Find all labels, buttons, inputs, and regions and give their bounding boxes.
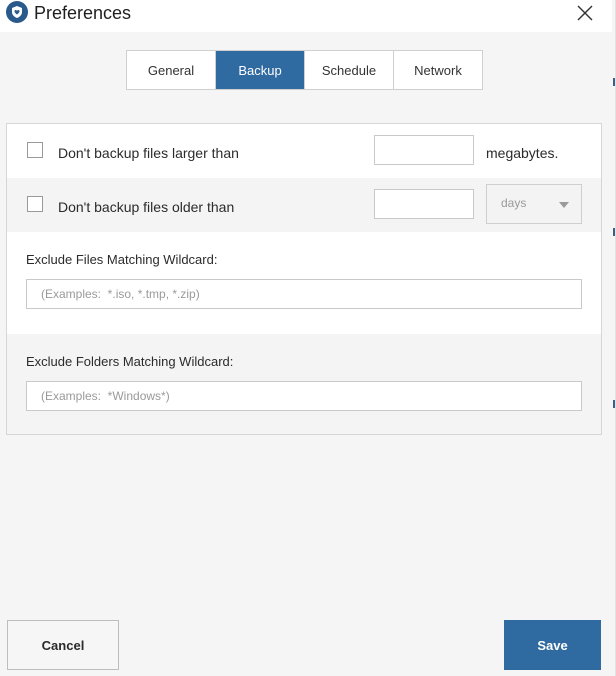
background-window-edge <box>613 228 615 236</box>
age-limit-label: Don't backup files older than <box>58 199 235 215</box>
size-limit-label: Don't backup files larger than <box>58 145 239 161</box>
tab-general[interactable]: General <box>127 51 216 89</box>
exclude-folders-section: Exclude Folders Matching Wildcard: <box>7 334 601 434</box>
close-icon <box>577 5 593 21</box>
window-title: Preferences <box>34 3 132 23</box>
tab-network[interactable]: Network <box>394 51 482 89</box>
age-unit-select[interactable]: days <box>486 184 582 224</box>
caret-down-icon <box>559 202 569 208</box>
tab-schedule[interactable]: Schedule <box>305 51 394 89</box>
size-limit-checkbox[interactable] <box>27 142 43 158</box>
title-bar: Preferences <box>0 0 612 32</box>
background-window-edge <box>613 400 615 408</box>
age-limit-input[interactable] <box>374 189 474 219</box>
exclude-files-input[interactable] <box>26 279 582 309</box>
exclude-files-label: Exclude Files Matching Wildcard: <box>26 252 218 267</box>
size-unit-label: megabytes. <box>486 145 559 161</box>
age-limit-checkbox[interactable] <box>27 196 43 212</box>
close-button[interactable] <box>572 0 598 26</box>
exclude-folders-input[interactable] <box>26 381 582 411</box>
age-unit-selected: days <box>501 196 527 210</box>
exclude-folders-label: Exclude Folders Matching Wildcard: <box>26 354 234 369</box>
preferences-window: Preferences General Backup Schedule Netw… <box>0 0 616 676</box>
size-limit-input[interactable] <box>374 135 474 165</box>
background-window-edge <box>613 78 615 86</box>
save-button[interactable]: Save <box>504 620 601 670</box>
exclude-files-section: Exclude Files Matching Wildcard: <box>7 232 601 334</box>
app-logo-icon <box>6 1 28 23</box>
tab-backup[interactable]: Backup <box>216 51 305 89</box>
size-limit-row: Don't backup files larger than megabytes… <box>7 124 601 178</box>
cancel-button[interactable]: Cancel <box>7 620 119 670</box>
age-limit-row: Don't backup files older than days <box>7 178 601 232</box>
preferences-tabs: General Backup Schedule Network <box>126 50 483 90</box>
backup-settings-panel: Don't backup files larger than megabytes… <box>6 123 602 435</box>
